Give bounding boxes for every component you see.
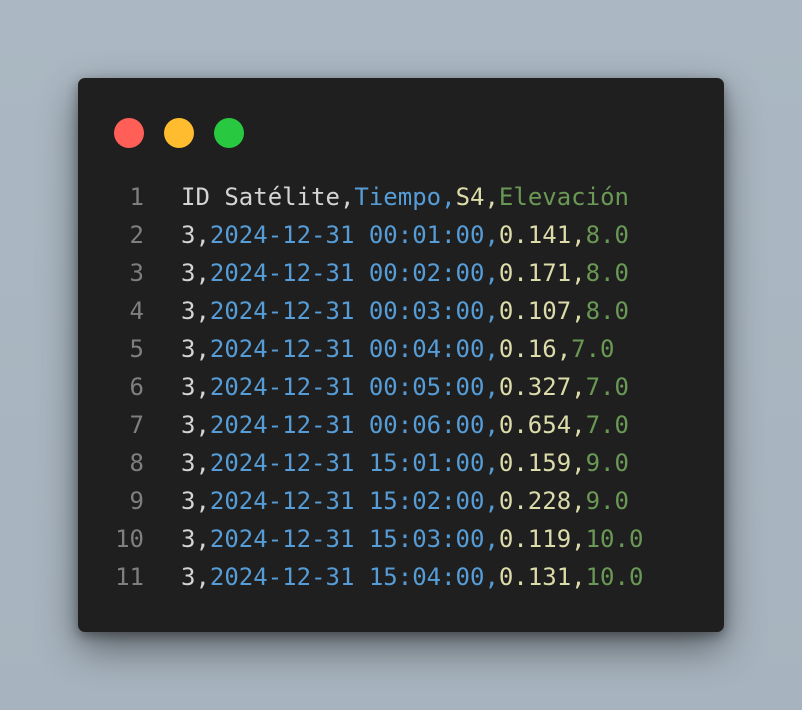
- csv-row: 3,2024-12-31 00:03:00,0.107,8.0: [181, 297, 629, 325]
- cell-id: 3: [181, 221, 196, 249]
- cell-elev: 8.0: [585, 221, 629, 249]
- code-line: 5 3,2024-12-31 00:04:00,0.16,7.0: [78, 330, 724, 368]
- csv-row: 3,2024-12-31 15:04:00,0.131,10.0: [181, 563, 644, 591]
- cell-id: 3: [181, 411, 196, 439]
- csv-row: 3,2024-12-31 15:03:00,0.119,10.0: [181, 525, 644, 553]
- cell-s4: 0.141: [498, 221, 572, 249]
- cell-elev: 10.0: [585, 563, 644, 591]
- line-number: 5: [129, 335, 144, 363]
- cell-time: 2024-12-31 00:01:00: [209, 221, 485, 249]
- cell-s4: 0.159: [498, 449, 572, 477]
- cell-elev: 9.0: [585, 449, 629, 477]
- cell-time: 2024-12-31 00:03:00: [209, 297, 485, 325]
- header-id: ID Satélite: [181, 183, 340, 211]
- cell-elev: 8.0: [585, 297, 629, 325]
- cell-id: 3: [181, 487, 196, 515]
- cell-s4: 0.131: [498, 563, 572, 591]
- close-button[interactable]: [114, 118, 144, 148]
- csv-row: 3,2024-12-31 00:01:00,0.141,8.0: [181, 221, 629, 249]
- cell-elev: 8.0: [585, 259, 629, 287]
- cell-s4: 0.228: [498, 487, 572, 515]
- code-line: 6 3,2024-12-31 00:05:00,0.327,7.0: [78, 368, 724, 406]
- code-window: 1 ID Satélite,Tiempo,S4,Elevación 2 3,20…: [78, 78, 724, 632]
- cell-elev: 10.0: [585, 525, 644, 553]
- cell-time: 2024-12-31 15:01:00: [209, 449, 485, 477]
- cell-time: 2024-12-31 15:04:00: [209, 563, 485, 591]
- csv-row: 3,2024-12-31 00:05:00,0.327,7.0: [181, 373, 629, 401]
- line-number: 8: [129, 449, 144, 477]
- cell-s4: 0.16: [498, 335, 557, 363]
- code-editor[interactable]: 1 ID Satélite,Tiempo,S4,Elevación 2 3,20…: [78, 178, 724, 596]
- cell-id: 3: [181, 525, 196, 553]
- minimize-button[interactable]: [164, 118, 194, 148]
- cell-id: 3: [181, 373, 196, 401]
- code-line: 11 3,2024-12-31 15:04:00,0.131,10.0: [78, 558, 724, 596]
- csv-row: 3,2024-12-31 00:02:00,0.171,8.0: [181, 259, 629, 287]
- csv-header: ID Satélite,Tiempo,S4,Elevación: [181, 183, 629, 211]
- cell-time: 2024-12-31 00:04:00: [209, 335, 485, 363]
- cell-time: 2024-12-31 00:05:00: [209, 373, 485, 401]
- cell-id: 3: [181, 449, 196, 477]
- line-number: 4: [129, 297, 144, 325]
- cell-time: 2024-12-31 15:03:00: [209, 525, 485, 553]
- cell-s4: 0.119: [498, 525, 572, 553]
- cell-id: 3: [181, 297, 196, 325]
- code-line: 3 3,2024-12-31 00:02:00,0.171,8.0: [78, 254, 724, 292]
- header-s4: S4: [455, 183, 485, 211]
- code-line: 1 ID Satélite,Tiempo,S4,Elevación: [78, 178, 724, 216]
- cell-time: 2024-12-31 00:02:00: [209, 259, 485, 287]
- code-line: 4 3,2024-12-31 00:03:00,0.107,8.0: [78, 292, 724, 330]
- maximize-button[interactable]: [214, 118, 244, 148]
- cell-s4: 0.107: [498, 297, 572, 325]
- cell-id: 3: [181, 259, 196, 287]
- line-number: 6: [129, 373, 144, 401]
- code-line: 9 3,2024-12-31 15:02:00,0.228,9.0: [78, 482, 724, 520]
- line-number: 9: [129, 487, 144, 515]
- cell-time: 2024-12-31 00:06:00: [209, 411, 485, 439]
- line-number: 2: [129, 221, 144, 249]
- line-number: 1: [129, 183, 144, 211]
- cell-elev: 7.0: [571, 335, 615, 363]
- code-line: 10 3,2024-12-31 15:03:00,0.119,10.0: [78, 520, 724, 558]
- cell-s4: 0.327: [498, 373, 572, 401]
- cell-s4: 0.654: [498, 411, 572, 439]
- line-number: 3: [129, 259, 144, 287]
- header-time: Tiempo: [354, 183, 442, 211]
- code-line: 7 3,2024-12-31 00:06:00,0.654,7.0: [78, 406, 724, 444]
- cell-id: 3: [181, 563, 196, 591]
- cell-id: 3: [181, 335, 196, 363]
- line-number: 10: [115, 525, 144, 553]
- cell-time: 2024-12-31 15:02:00: [209, 487, 485, 515]
- window-controls: [114, 118, 244, 148]
- csv-row: 3,2024-12-31 00:04:00,0.16,7.0: [181, 335, 615, 363]
- csv-row: 3,2024-12-31 00:06:00,0.654,7.0: [181, 411, 629, 439]
- code-line: 8 3,2024-12-31 15:01:00,0.159,9.0: [78, 444, 724, 482]
- cell-elev: 7.0: [585, 411, 629, 439]
- csv-row: 3,2024-12-31 15:02:00,0.228,9.0: [181, 487, 629, 515]
- csv-row: 3,2024-12-31 15:01:00,0.159,9.0: [181, 449, 629, 477]
- cell-elev: 9.0: [585, 487, 629, 515]
- code-line: 2 3,2024-12-31 00:01:00,0.141,8.0: [78, 216, 724, 254]
- line-number: 7: [129, 411, 144, 439]
- header-elev: Elevación: [498, 183, 629, 211]
- cell-elev: 7.0: [585, 373, 629, 401]
- cell-s4: 0.171: [498, 259, 572, 287]
- line-number: 11: [115, 563, 144, 591]
